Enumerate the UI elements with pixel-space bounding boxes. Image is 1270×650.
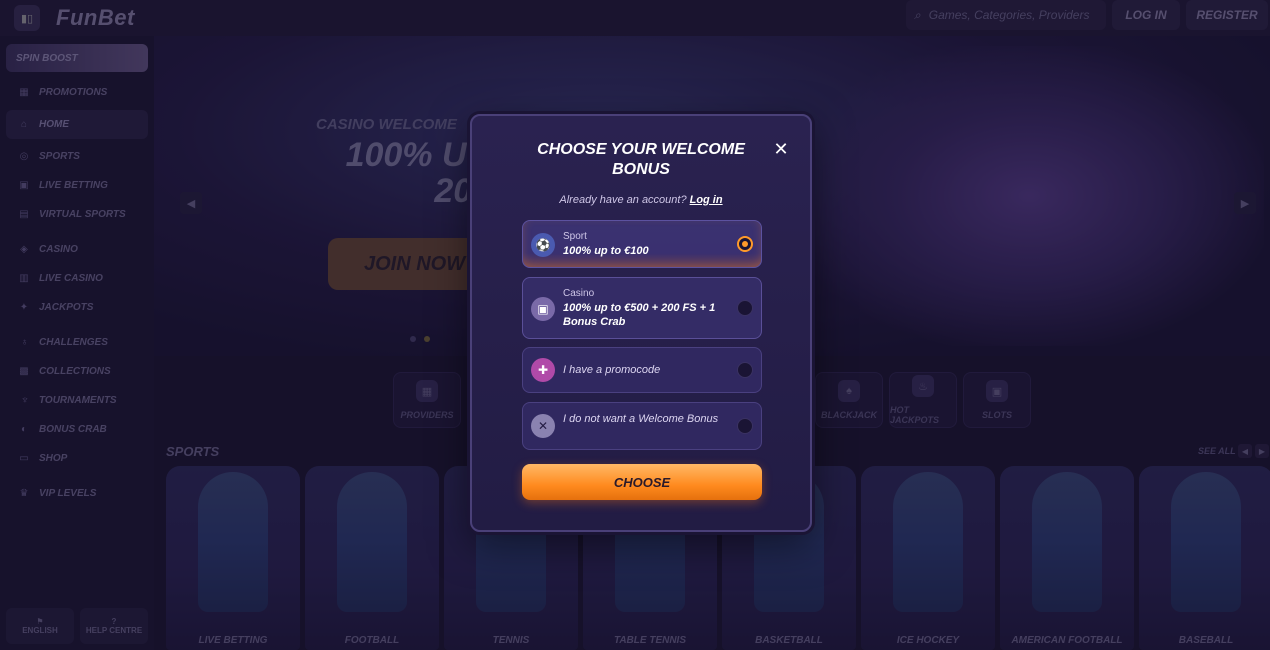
radio-selected[interactable] xyxy=(737,236,753,252)
bonus-option-promocode[interactable]: ✚ I have a promocode xyxy=(522,347,762,393)
gift-icon: ✚ xyxy=(531,358,555,382)
radio-unselected[interactable] xyxy=(737,362,753,378)
slot-machine-icon: ▣ xyxy=(531,297,555,321)
option-text: I do not want a Welcome Bonus xyxy=(563,413,719,425)
bonus-option-casino[interactable]: ▣ Casino 100% up to €500 + 200 FS + 1 Bo… xyxy=(522,277,762,339)
radio-unselected[interactable] xyxy=(737,418,753,434)
cross-icon: ✕ xyxy=(531,414,555,438)
account-prompt: Already have an account? Log in xyxy=(472,194,810,206)
bonus-option-sport[interactable]: ⚽ Sport 100% up to €100 xyxy=(522,220,762,268)
account-text: Already have an account? xyxy=(559,194,687,206)
option-category: Casino xyxy=(563,288,595,299)
option-text: 100% up to €500 + 200 FS + 1 Bonus Crab xyxy=(563,302,716,328)
bonus-option-no-bonus[interactable]: ✕ I do not want a Welcome Bonus xyxy=(522,402,762,450)
option-text: I have a promocode xyxy=(563,364,661,376)
choose-button[interactable]: CHOOSE xyxy=(522,464,762,500)
radio-unselected[interactable] xyxy=(737,300,753,316)
login-link[interactable]: Log in xyxy=(690,194,723,206)
soccer-ball-icon: ⚽ xyxy=(531,233,555,257)
close-icon[interactable]: ✕ xyxy=(772,140,790,158)
option-text: 100% up to €100 xyxy=(563,245,649,257)
welcome-bonus-modal: CHOOSE YOUR WELCOME BONUS ✕ Already have… xyxy=(470,114,812,532)
option-category: Sport xyxy=(563,231,587,242)
modal-title: CHOOSE YOUR WELCOME BONUS xyxy=(537,141,745,178)
